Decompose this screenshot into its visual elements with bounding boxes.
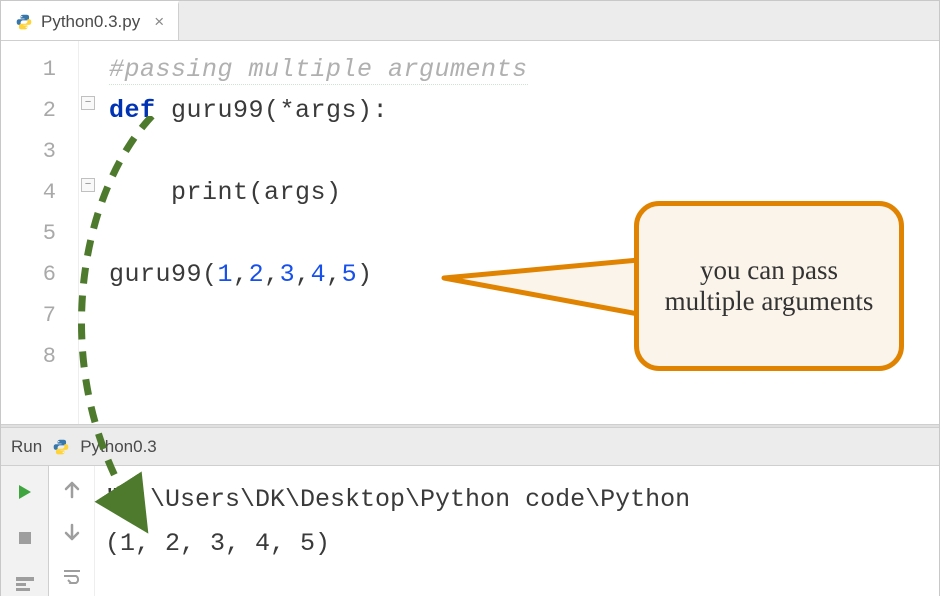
console-output[interactable]: "C:\Users\DK\Desktop\Python code\Python … <box>95 466 939 596</box>
fold-gutter: − − <box>79 41 109 424</box>
close-icon[interactable]: × <box>154 12 164 32</box>
line-number: 8 <box>1 336 78 377</box>
line-number: 2 <box>1 90 78 131</box>
python-file-icon <box>15 13 33 31</box>
arrow-down-icon[interactable] <box>62 522 82 542</box>
arg-num: 1 <box>218 260 234 289</box>
params: (*args) <box>264 96 373 125</box>
line-number: 7 <box>1 295 78 336</box>
callout-text: you can pass multiple arguments <box>659 255 879 317</box>
line-number: 6 <box>1 254 78 295</box>
stop-button[interactable] <box>13 526 37 550</box>
arg-num: 5 <box>342 260 358 289</box>
run-button[interactable] <box>13 480 37 504</box>
run-console: "C:\Users\DK\Desktop\Python code\Python … <box>1 466 939 596</box>
layout-icon[interactable] <box>13 572 37 596</box>
fold-toggle-icon[interactable]: − <box>81 178 95 192</box>
line-number: 4 <box>1 172 78 213</box>
keyword-def: def <box>109 96 156 125</box>
call-print: print <box>171 178 249 207</box>
code-comment: #passing multiple arguments <box>109 55 528 85</box>
line-number: 3 <box>1 131 78 172</box>
console-nav <box>49 466 95 596</box>
arg-num: 3 <box>280 260 296 289</box>
line-number-gutter: 1 2 3 4 5 6 7 8 <box>1 41 79 424</box>
console-toolbar <box>1 466 49 596</box>
code-editor[interactable]: 1 2 3 4 5 6 7 8 − − #passing multiple ar… <box>1 41 939 424</box>
run-label: Run <box>11 437 42 457</box>
run-config-name: Python0.3 <box>80 437 157 457</box>
run-panel-header: Run Python0.3 <box>1 428 939 466</box>
fold-toggle-icon[interactable]: − <box>81 96 95 110</box>
tab-bar: Python0.3.py × <box>1 1 939 41</box>
open-paren: ( <box>202 260 218 289</box>
print-args: (args) <box>249 178 342 207</box>
tab-file[interactable]: Python0.3.py × <box>1 1 179 40</box>
wrap-icon[interactable] <box>60 564 84 588</box>
python-file-icon <box>52 438 70 456</box>
line-number: 5 <box>1 213 78 254</box>
output-line: (1, 2, 3, 4, 5) <box>105 529 330 558</box>
colon: : <box>373 96 389 125</box>
tab-filename: Python0.3.py <box>41 12 140 32</box>
arg-num: 4 <box>311 260 327 289</box>
line-number: 1 <box>1 49 78 90</box>
function-name: guru99 <box>171 96 264 125</box>
call-fn: guru99 <box>109 260 202 289</box>
arg-num: 2 <box>249 260 265 289</box>
close-paren: ) <box>357 260 373 289</box>
output-line: "C:\Users\DK\Desktop\Python code\Python <box>105 485 690 514</box>
annotation-callout: you can pass multiple arguments <box>634 201 904 371</box>
arrow-up-icon[interactable] <box>62 480 82 500</box>
